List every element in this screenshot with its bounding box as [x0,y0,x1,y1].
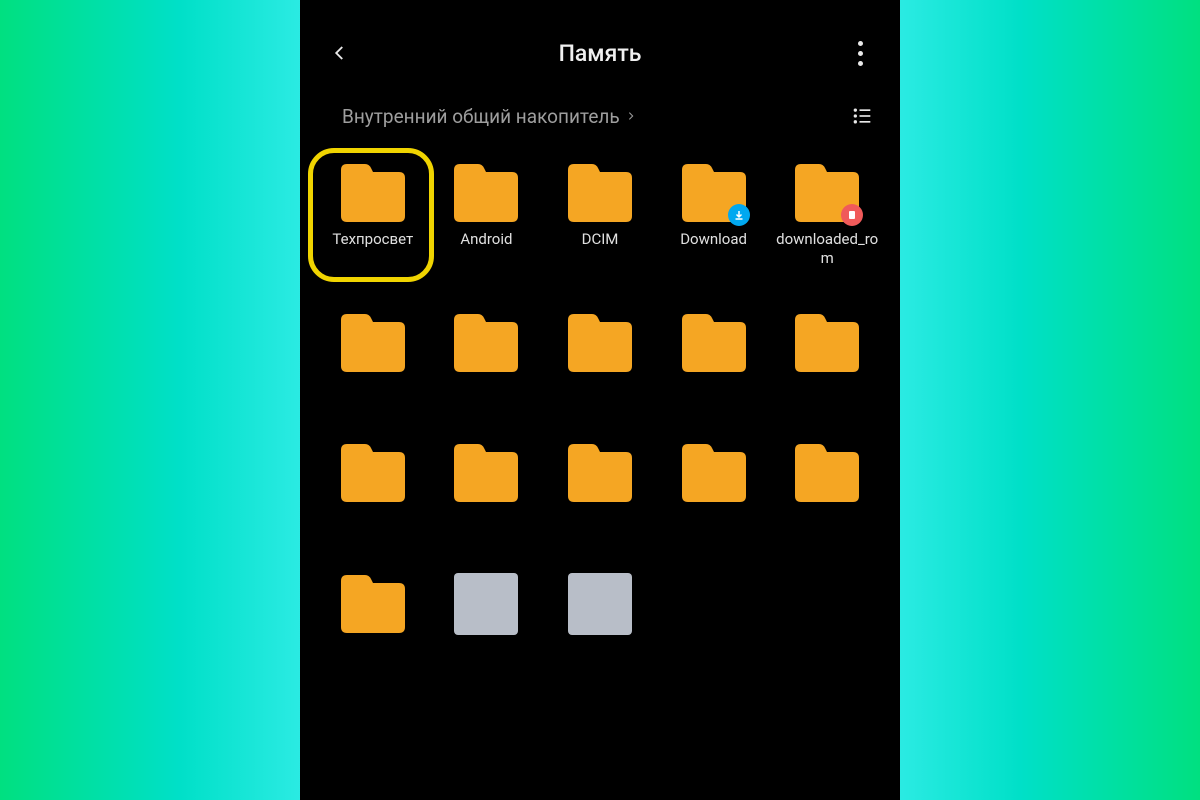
folder-blurred: x [316,573,430,660]
folder-tekhprosvet[interactable]: Техпросвет [316,162,430,268]
folder-label: Android [460,230,512,249]
folder-blurred: x [770,312,884,399]
folder-blurred: x [316,442,430,529]
folder-blurred: x [543,442,657,529]
folder-blurred: x [770,442,884,529]
folder-icon [564,162,636,224]
folder-blurred: x [543,312,657,399]
download-badge-icon [728,204,750,226]
chevron-left-icon [331,44,349,62]
folder-icon [450,162,522,224]
folder-blurred: x [657,442,771,529]
file-blurred: x [430,573,544,660]
phone-screen: Память Внутренний общий накопитель Техпр… [300,0,900,800]
folder-dcim[interactable]: DCIM [543,162,657,268]
more-button[interactable] [840,33,880,73]
breadcrumb-row: Внутренний общий накопитель [300,88,900,144]
folder-download[interactable]: Download [657,162,771,268]
folder-icon [337,162,409,224]
view-toggle-button[interactable] [844,98,880,134]
folder-label: Техпросвет [332,230,413,249]
folder-downloaded-rom[interactable]: downloaded_rom [770,162,884,268]
back-button[interactable] [320,33,360,73]
folder-blurred: x [316,312,430,399]
breadcrumb[interactable]: Внутренний общий накопитель [342,105,636,128]
breadcrumb-label: Внутренний общий накопитель [342,105,620,128]
folder-android[interactable]: Android [430,162,544,268]
folder-blurred: x [430,312,544,399]
folder-label: Download [680,230,747,249]
folder-label: downloaded_rom [774,230,880,268]
file-blurred: x [543,573,657,660]
folder-icon [678,162,750,224]
list-view-icon [851,106,873,126]
page-title: Память [360,40,840,67]
folder-grid: Техпросвет Android DCIM Download [300,144,900,660]
folder-icon [791,162,863,224]
folder-label: DCIM [582,230,619,249]
chevron-right-icon [626,111,636,121]
status-bar [300,0,900,18]
app-header: Память [300,18,900,88]
folder-blurred: x [430,442,544,529]
folder-blurred: x [657,312,771,399]
more-vertical-icon [858,41,863,66]
